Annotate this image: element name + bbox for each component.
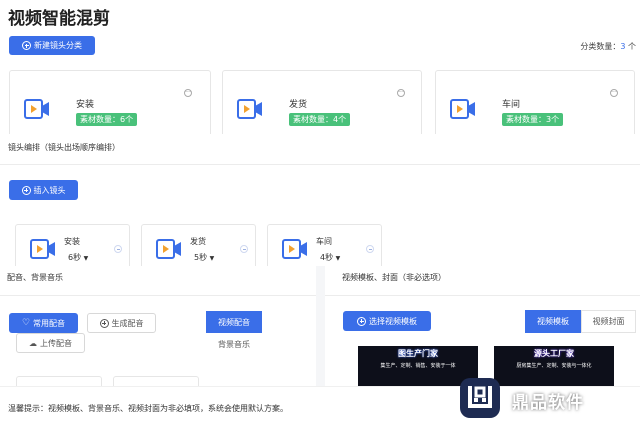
upload-voice-label: 上传配音 bbox=[40, 338, 72, 348]
select-template-button[interactable]: 选择视频模板 bbox=[343, 311, 431, 331]
video-camera-icon bbox=[282, 239, 308, 259]
video-camera-icon bbox=[237, 99, 263, 119]
category-count-label: 分类数量： bbox=[580, 42, 621, 51]
cloud-upload-icon: ☁ bbox=[29, 338, 37, 348]
plus-icon bbox=[99, 318, 109, 328]
thumbnail-title: 源头工厂家 bbox=[534, 349, 574, 358]
watermark-logo: 鼎品软件 bbox=[460, 376, 630, 424]
more-icon[interactable]: ··· bbox=[184, 89, 192, 97]
shot-name: 车间 bbox=[316, 237, 332, 246]
shot-duration-select[interactable]: 4秒 ▼ bbox=[320, 252, 340, 263]
category-name: 安装 bbox=[76, 100, 95, 110]
shot-card[interactable]: 安装 6秒 ▼ bbox=[15, 224, 130, 266]
material-count-badge: 素材数量：3个 bbox=[502, 113, 564, 126]
voice-item-card[interactable] bbox=[16, 376, 102, 386]
video-camera-icon bbox=[30, 239, 56, 259]
video-camera-icon bbox=[24, 99, 50, 119]
heart-icon: ♡ bbox=[21, 318, 31, 328]
category-card[interactable]: 发货 素材数量：4个 ··· bbox=[222, 70, 422, 134]
shot-duration: 6秒 bbox=[68, 253, 82, 262]
arrangement-label: 镜头编排（镜头出场顺序编排） bbox=[8, 143, 120, 152]
common-voice-button[interactable]: ♡ 常用配音 bbox=[9, 313, 78, 333]
generate-voice-label: 生成配音 bbox=[111, 318, 144, 328]
video-camera-icon bbox=[450, 99, 476, 119]
thumbnail-title: 图生产门家 bbox=[398, 349, 438, 358]
category-count: 分类数量：3 个 bbox=[580, 41, 636, 52]
divider bbox=[325, 295, 640, 296]
remove-icon[interactable] bbox=[240, 245, 248, 253]
shot-duration: 4秒 bbox=[320, 253, 334, 262]
tab-video-cover[interactable]: 视频封面 bbox=[581, 310, 636, 333]
chevron-down-icon: ▼ bbox=[209, 255, 215, 262]
remove-icon[interactable] bbox=[366, 245, 374, 253]
remove-icon[interactable] bbox=[114, 245, 122, 253]
divider bbox=[0, 164, 640, 165]
shot-name: 安装 bbox=[64, 237, 80, 246]
thumbnail-subtitle: 厨房集生产、定制、安装与一体化 bbox=[516, 363, 592, 369]
plus-icon bbox=[21, 185, 31, 195]
category-name: 发货 bbox=[289, 100, 308, 110]
chevron-down-icon: ▼ bbox=[335, 255, 341, 262]
logo-mark-icon bbox=[460, 378, 500, 418]
material-count-badge: 素材数量：6个 bbox=[76, 113, 138, 126]
insert-shot-button[interactable]: 插入镜头 bbox=[9, 180, 78, 200]
more-icon[interactable]: ··· bbox=[397, 89, 405, 97]
category-name: 车间 bbox=[502, 100, 521, 110]
tab-video-template[interactable]: 视频模板 bbox=[525, 310, 581, 333]
video-camera-icon bbox=[156, 239, 182, 259]
audio-label: 配音、背景音乐 bbox=[7, 273, 63, 282]
new-category-label: 新建镜头分类 bbox=[34, 41, 82, 50]
tip-text: 温馨提示：视频模板、背景音乐、视频封面为非必填项，系统会使用默认方案。 bbox=[8, 404, 288, 413]
new-category-button[interactable]: 新建镜头分类 bbox=[9, 36, 95, 55]
category-card[interactable]: 车间 素材数量：3个 ··· bbox=[435, 70, 635, 134]
shot-card[interactable]: 发货 5秒 ▼ bbox=[141, 224, 256, 266]
upload-voice-button[interactable]: ☁ 上传配音 bbox=[16, 333, 85, 353]
logo-text: 鼎品软件 bbox=[512, 393, 584, 413]
tab-video-voice[interactable]: 视频配音 bbox=[206, 311, 262, 333]
shot-duration: 5秒 bbox=[194, 253, 208, 262]
category-card[interactable]: 安装 素材数量：6个 ··· bbox=[9, 70, 211, 134]
chevron-down-icon: ▼ bbox=[83, 255, 89, 262]
plus-icon bbox=[357, 316, 366, 326]
page-title: 视频智能混剪 bbox=[8, 9, 110, 29]
divider bbox=[0, 295, 316, 296]
shot-duration-select[interactable]: 5秒 ▼ bbox=[194, 252, 214, 263]
voice-item-card[interactable] bbox=[113, 376, 199, 386]
thumbnail-subtitle: 集生产、定制、销售、安装于一体 bbox=[380, 363, 456, 369]
category-count-value: 3 bbox=[620, 42, 626, 51]
generate-voice-button[interactable]: 生成配音 bbox=[87, 313, 156, 333]
common-voice-label: 常用配音 bbox=[33, 318, 66, 328]
shot-name: 发货 bbox=[190, 237, 206, 246]
insert-shot-label: 插入镜头 bbox=[33, 185, 66, 195]
select-template-label: 选择视频模板 bbox=[369, 316, 417, 326]
template-label: 视频模板、封面（非必选项） bbox=[342, 273, 446, 282]
tab-background-music[interactable]: 背景音乐 bbox=[206, 333, 262, 355]
category-count-unit: 个 bbox=[628, 42, 636, 51]
shot-duration-select[interactable]: 6秒 ▼ bbox=[68, 252, 88, 263]
more-icon[interactable]: ··· bbox=[610, 89, 618, 97]
plus-icon bbox=[22, 41, 31, 50]
shot-card[interactable]: 车间 4秒 ▼ bbox=[267, 224, 382, 266]
material-count-badge: 素材数量：4个 bbox=[289, 113, 351, 126]
